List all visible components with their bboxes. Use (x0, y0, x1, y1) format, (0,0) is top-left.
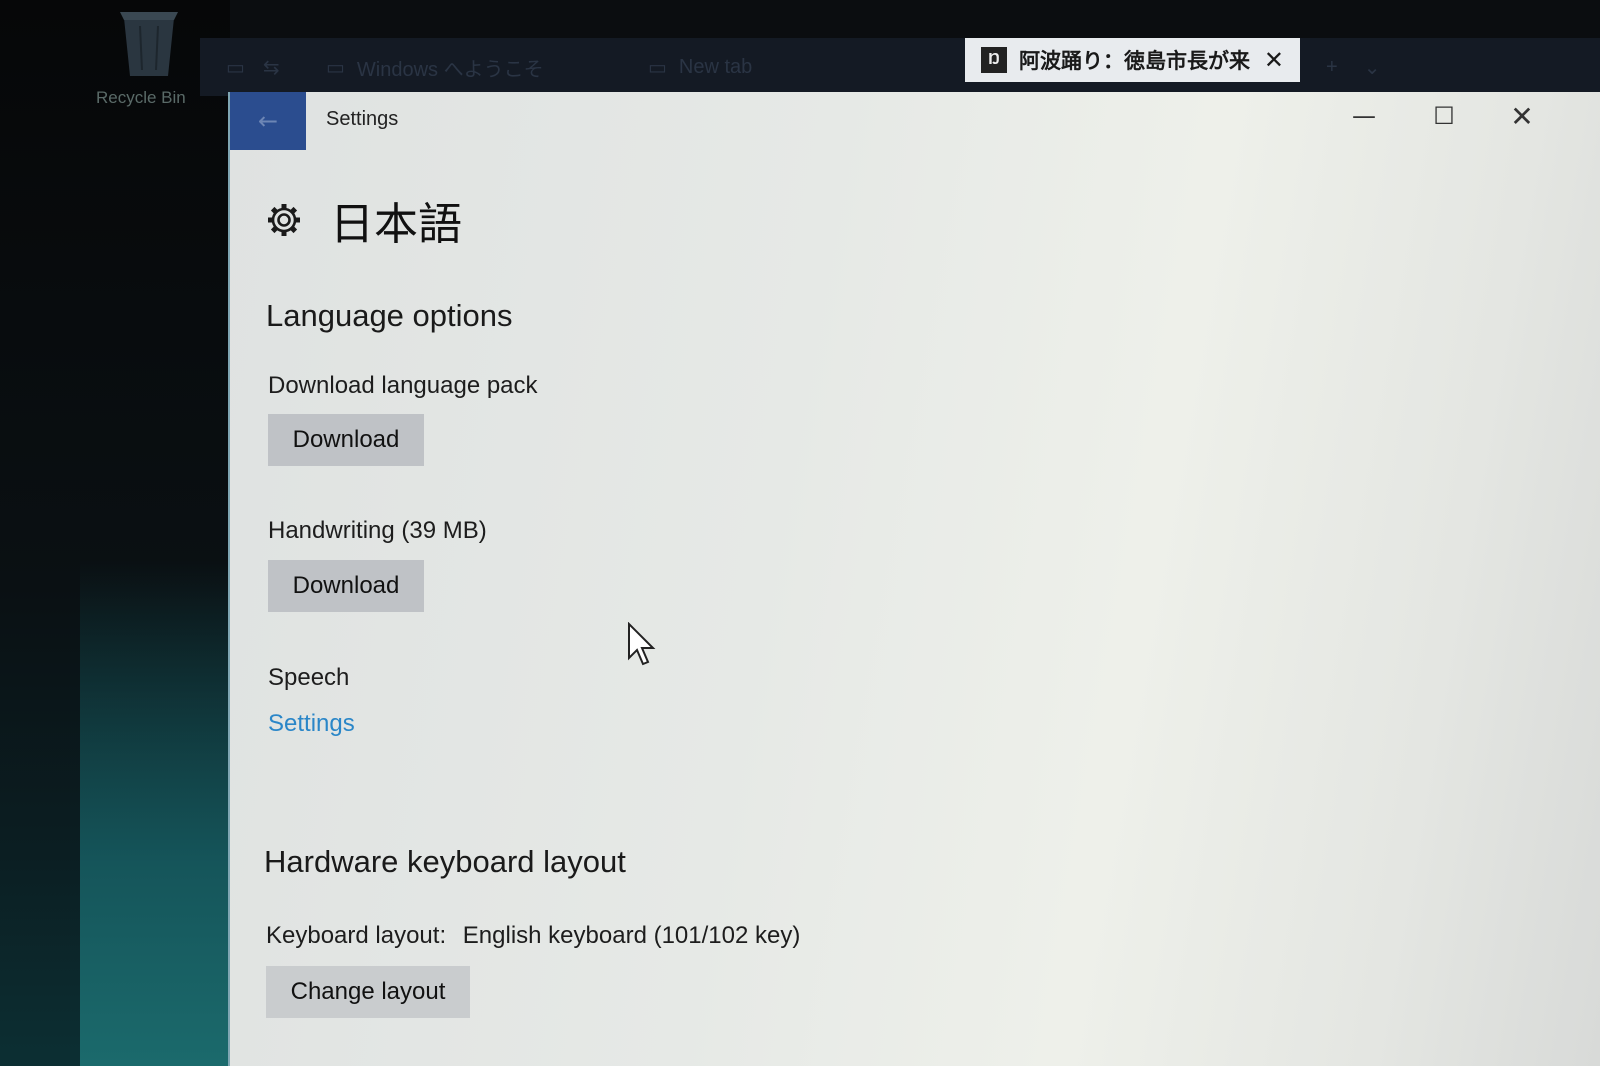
tab-page-icon: ▭ (648, 56, 667, 79)
tab-list-icon[interactable]: ▭ (226, 55, 245, 80)
back-tabs-icon[interactable]: ⇆ (263, 55, 280, 80)
maximize-icon: ☐ (1433, 102, 1455, 130)
back-button[interactable]: ← (230, 92, 306, 150)
language-pack-label: Download language pack (268, 372, 538, 399)
settings-window: ← Settings — ☐ ✕ 日本語 Language options Do… (228, 92, 1600, 1066)
close-tab-icon[interactable]: ✕ (1264, 46, 1284, 75)
close-button[interactable]: ✕ (1492, 94, 1552, 138)
speech-label: Speech (268, 664, 350, 691)
keyboard-layout-value: English keyboard (101/102 key) (462, 922, 801, 949)
change-layout-button[interactable]: Change layout (266, 966, 470, 1018)
browser-tab-bar: ▭ ⇆ ▭ Windows へようこそ ▭ New tab Ŋ 阿波踊り：徳島市… (200, 38, 1600, 96)
minimize-icon: — (1352, 102, 1376, 130)
minimize-button[interactable]: — (1334, 94, 1394, 138)
new-tab-icon[interactable]: + (1326, 56, 1338, 79)
browser-tab-active[interactable]: Ŋ 阿波踊り：徳島市長が来 ✕ (965, 38, 1300, 82)
site-favicon-icon: Ŋ (981, 47, 1007, 73)
tab-label: New tab (678, 55, 753, 78)
page-header: 日本語 (266, 188, 462, 252)
browser-nav-buttons: ▭ ⇆ (210, 38, 310, 96)
window-title: Settings (326, 108, 399, 130)
hardware-keyboard-heading: Hardware keyboard layout (264, 844, 626, 879)
handwriting-label: Handwriting (39 MB) (268, 517, 487, 544)
keyboard-layout-label: Keyboard layout: (266, 922, 447, 949)
desktop-wallpaper (80, 560, 230, 1066)
close-icon: ✕ (1510, 99, 1534, 133)
browser-tab-actions: + ⌄ (1310, 38, 1430, 96)
keyboard-layout-row: Keyboard layout: English keyboard (101/1… (266, 922, 800, 950)
mouse-cursor-icon (628, 622, 656, 666)
language-options-heading: Language options (266, 298, 513, 333)
browser-tab-new[interactable]: ▭ New tab (632, 38, 962, 96)
browser-tab-welcome[interactable]: ▭ Windows へようこそ (310, 38, 630, 96)
recycle-bin-label[interactable]: Recycle Bin (96, 88, 186, 108)
recycle-bin-icon[interactable] (118, 10, 180, 80)
window-title-bar: ← Settings — ☐ ✕ (230, 92, 1600, 150)
chevron-down-icon[interactable]: ⌄ (1364, 55, 1381, 80)
download-handwriting-button[interactable]: Download (268, 560, 424, 612)
gear-icon (268, 204, 300, 236)
tab-label: 阿波踊り：徳島市長が来 (1019, 50, 1250, 73)
speech-settings-link[interactable]: Settings (268, 710, 355, 738)
desktop: Recycle Bin (0, 0, 230, 1066)
maximize-button[interactable]: ☐ (1414, 94, 1474, 138)
tab-label: Windows へようこそ (356, 58, 544, 81)
download-language-pack-button[interactable]: Download (268, 414, 424, 466)
page-title: 日本語 (330, 199, 462, 250)
back-arrow-icon: ← (257, 107, 279, 135)
tab-page-icon: ▭ (326, 56, 345, 79)
